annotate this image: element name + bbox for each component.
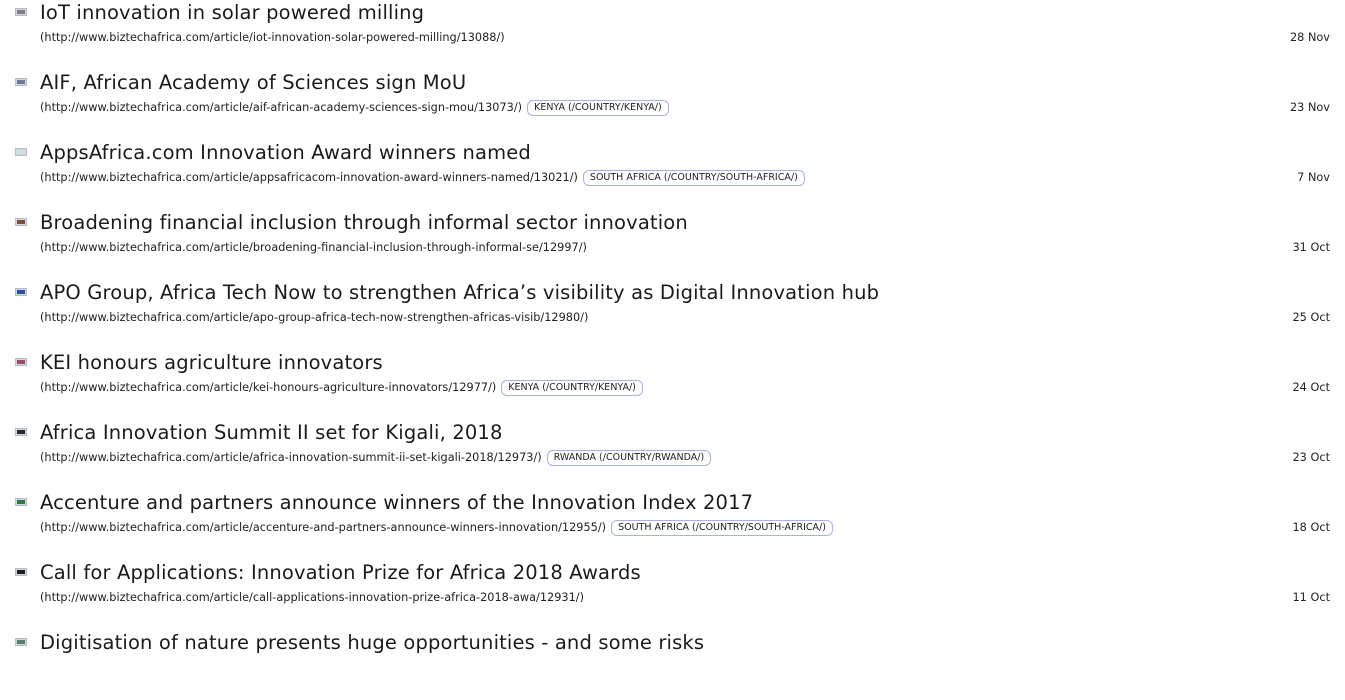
list-item: IoT innovation in solar powered milling … [0,0,1345,70]
article-title-link[interactable]: APO Group, Africa Tech Now to strengthen… [40,280,879,306]
article-thumbnail-icon[interactable] [15,428,27,436]
article-title-link[interactable]: AppsAfrica.com Innovation Award winners … [40,140,531,166]
article-date: 25 Oct [1292,311,1331,324]
article-date: 28 Nov [1289,31,1330,44]
list-item: Broadening financial inclusion through i… [0,210,1345,280]
article-date: 18 Oct [1292,521,1331,534]
article-url: (http://www.biztechafrica.com/article/ac… [40,521,607,534]
article-list: IoT innovation in solar powered milling … [0,0,1345,700]
article-url: (http://www.biztechafrica.com/article/ca… [40,591,584,604]
article-meta: (http://www.biztechafrica.com/article/ca… [40,589,584,607]
article-thumbnail-icon[interactable] [15,498,27,506]
list-item: APO Group, Africa Tech Now to strengthen… [0,280,1345,350]
article-thumbnail-icon[interactable] [15,638,27,646]
country-tag-link[interactable]: SOUTH AFRICA (/COUNTRY/SOUTH-AFRICA/) [611,520,833,536]
article-title-link[interactable]: Digitisation of nature presents huge opp… [40,630,704,656]
list-item: Accenture and partners announce winners … [0,490,1345,560]
article-thumbnail-icon[interactable] [15,8,27,16]
article-meta: (http://www.biztechafrica.com/article/io… [40,29,505,47]
article-title-link[interactable]: IoT innovation in solar powered milling [40,0,424,26]
thumbnail-image [17,10,25,14]
article-title-link[interactable]: KEI honours agriculture innovators [40,350,383,376]
article-thumbnail-icon[interactable] [15,568,27,576]
thumbnail-image [17,360,25,364]
thumbnail-image [17,220,25,224]
thumbnail-image [17,150,25,154]
article-meta: (http://www.biztechafrica.com/article/ap… [40,169,805,187]
article-title-link[interactable]: Call for Applications: Innovation Prize … [40,560,641,586]
thumbnail-image [17,80,25,84]
article-url: (http://www.biztechafrica.com/article/ai… [40,101,523,114]
article-date: 7 Nov [1297,171,1330,184]
article-date: 24 Oct [1292,381,1331,394]
list-item: Call for Applications: Innovation Prize … [0,560,1345,630]
article-thumbnail-icon[interactable] [15,358,27,366]
list-item: Africa Innovation Summit II set for Kiga… [0,420,1345,490]
article-url: (http://www.biztechafrica.com/article/ap… [40,311,589,324]
article-meta: (http://www.biztechafrica.com/article/ac… [40,519,833,537]
thumbnail-image [17,290,25,294]
article-date: 31 Oct [1292,241,1331,254]
article-date: 23 Oct [1292,451,1331,464]
thumbnail-image [17,500,25,504]
thumbnail-image [17,570,25,574]
country-tag-link[interactable]: RWANDA (/COUNTRY/RWANDA/) [546,450,712,466]
article-title-link[interactable]: AIF, African Academy of Sciences sign Mo… [40,70,466,96]
thumbnail-image [17,430,25,434]
article-date: 23 Nov [1289,101,1330,114]
article-url: (http://www.biztechafrica.com/article/br… [40,241,587,254]
article-url: (http://www.biztechafrica.com/article/ap… [40,171,578,184]
article-meta: (http://www.biztechafrica.com/article/ai… [40,99,669,117]
article-meta: (http://www.biztechafrica.com/article/ke… [40,379,643,397]
list-item: KEI honours agriculture innovators (http… [0,350,1345,420]
article-date: 11 Oct [1292,591,1331,604]
article-meta: (http://www.biztechafrica.com/article/af… [40,449,712,467]
article-meta: (http://www.biztechafrica.com/article/ap… [40,309,588,327]
article-thumbnail-icon[interactable] [15,148,27,156]
article-url: (http://www.biztechafrica.com/article/io… [40,31,505,44]
article-title-link[interactable]: Broadening financial inclusion through i… [40,210,688,236]
article-meta: (http://www.biztechafrica.com/article/br… [40,239,587,257]
country-tag-link[interactable]: KENYA (/COUNTRY/KENYA/) [501,380,643,396]
article-thumbnail-icon[interactable] [15,78,27,86]
article-url: (http://www.biztechafrica.com/article/ke… [40,381,497,394]
country-tag-link[interactable]: KENYA (/COUNTRY/KENYA/) [527,100,669,116]
article-thumbnail-icon[interactable] [15,288,27,296]
article-title-link[interactable]: Africa Innovation Summit II set for Kiga… [40,420,503,446]
article-url: (http://www.biztechafrica.com/article/af… [40,451,542,464]
article-thumbnail-icon[interactable] [15,218,27,226]
country-tag-link[interactable]: SOUTH AFRICA (/COUNTRY/SOUTH-AFRICA/) [582,170,805,186]
list-item: AIF, African Academy of Sciences sign Mo… [0,70,1345,140]
thumbnail-image [17,640,25,644]
list-item: AppsAfrica.com Innovation Award winners … [0,140,1345,210]
article-title-link[interactable]: Accenture and partners announce winners … [40,490,753,516]
